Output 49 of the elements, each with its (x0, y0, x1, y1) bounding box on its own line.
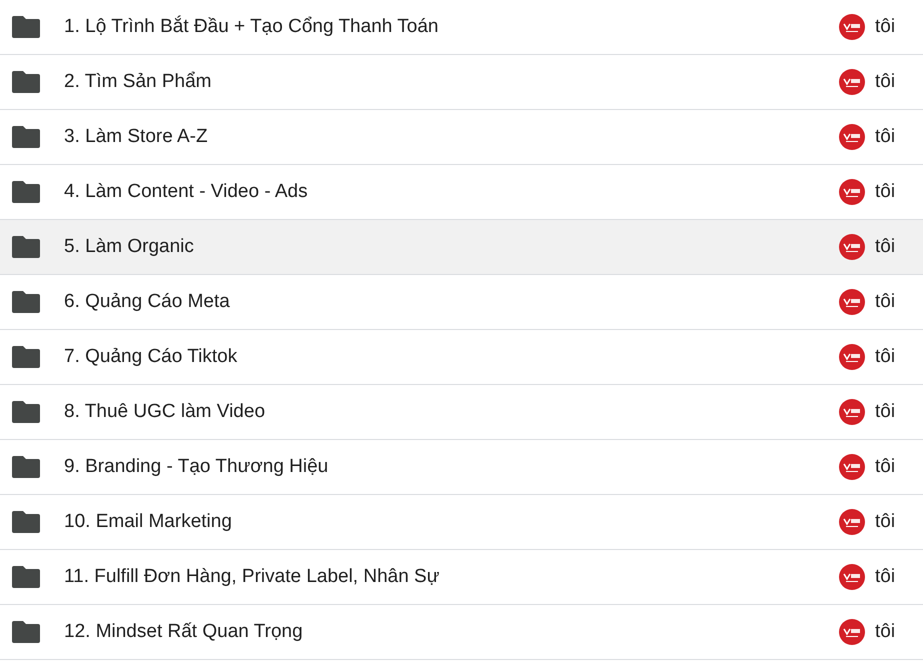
folder-name: 2. Tìm Sản Phẩm (64, 71, 212, 93)
owner-label: tôi (875, 401, 896, 423)
folder-name: 3. Làm Store A-Z (64, 126, 209, 148)
folder-name: 5. Làm Organic (64, 236, 195, 258)
avatar-logo-icon (839, 619, 865, 645)
avatar-logo-icon (839, 509, 865, 535)
avatar-logo-icon (839, 14, 865, 40)
folder-icon (12, 71, 40, 93)
owner-label: tôi (875, 16, 896, 38)
owner-label: tôi (875, 126, 896, 148)
owner-label: tôi (875, 236, 896, 258)
folder-icon (12, 181, 40, 203)
folder-name: 6. Quảng Cáo Meta (64, 291, 231, 313)
folder-icon (12, 16, 40, 38)
folder-name: 1. Lộ Trình Bắt Đầu + Tạo Cổng Thanh Toán (64, 16, 440, 38)
folder-icon (12, 236, 40, 258)
avatar-logo-icon (839, 454, 865, 480)
folder-icon (12, 126, 40, 148)
folder-name: 4. Làm Content - Video - Ads (64, 181, 309, 203)
avatar-logo-icon (839, 69, 865, 95)
avatar-logo-icon (839, 399, 865, 425)
folder-row[interactable]: 5. Làm Organic tôi (0, 220, 923, 275)
folder-icon (12, 566, 40, 588)
folder-icon (12, 346, 40, 368)
avatar-logo-icon (839, 234, 865, 260)
owner-label: tôi (875, 621, 896, 643)
owner-label: tôi (875, 291, 896, 313)
owner-label: tôi (875, 566, 896, 588)
folder-icon (12, 621, 40, 643)
owner-label: tôi (875, 456, 896, 478)
owner-label: tôi (875, 181, 896, 203)
folder-icon (12, 456, 40, 478)
avatar-logo-icon (839, 289, 865, 315)
folder-name: 7. Quảng Cáo Tiktok (64, 346, 238, 368)
owner-label: tôi (875, 346, 896, 368)
folder-icon (12, 401, 40, 423)
folder-name: 8. Thuê UGC làm Video (64, 401, 266, 423)
folder-name: 9. Branding - Tạo Thương Hiệu (64, 456, 330, 478)
avatar-logo-icon (839, 344, 865, 370)
folder-icon (12, 511, 40, 533)
owner-label: tôi (875, 71, 896, 93)
folder-name: 12. Mindset Rất Quan Trọng (64, 621, 304, 643)
folder-name: 11. Fulfill Đơn Hàng, Private Label, Nhân Sự (64, 566, 440, 588)
avatar-logo-icon (839, 564, 865, 590)
avatar-logo-icon (839, 124, 865, 150)
owner-label: tôi (875, 511, 896, 533)
folder-icon (12, 291, 40, 313)
folder-name: 10. Email Marketing (64, 511, 233, 533)
avatar-logo-icon (839, 179, 865, 205)
